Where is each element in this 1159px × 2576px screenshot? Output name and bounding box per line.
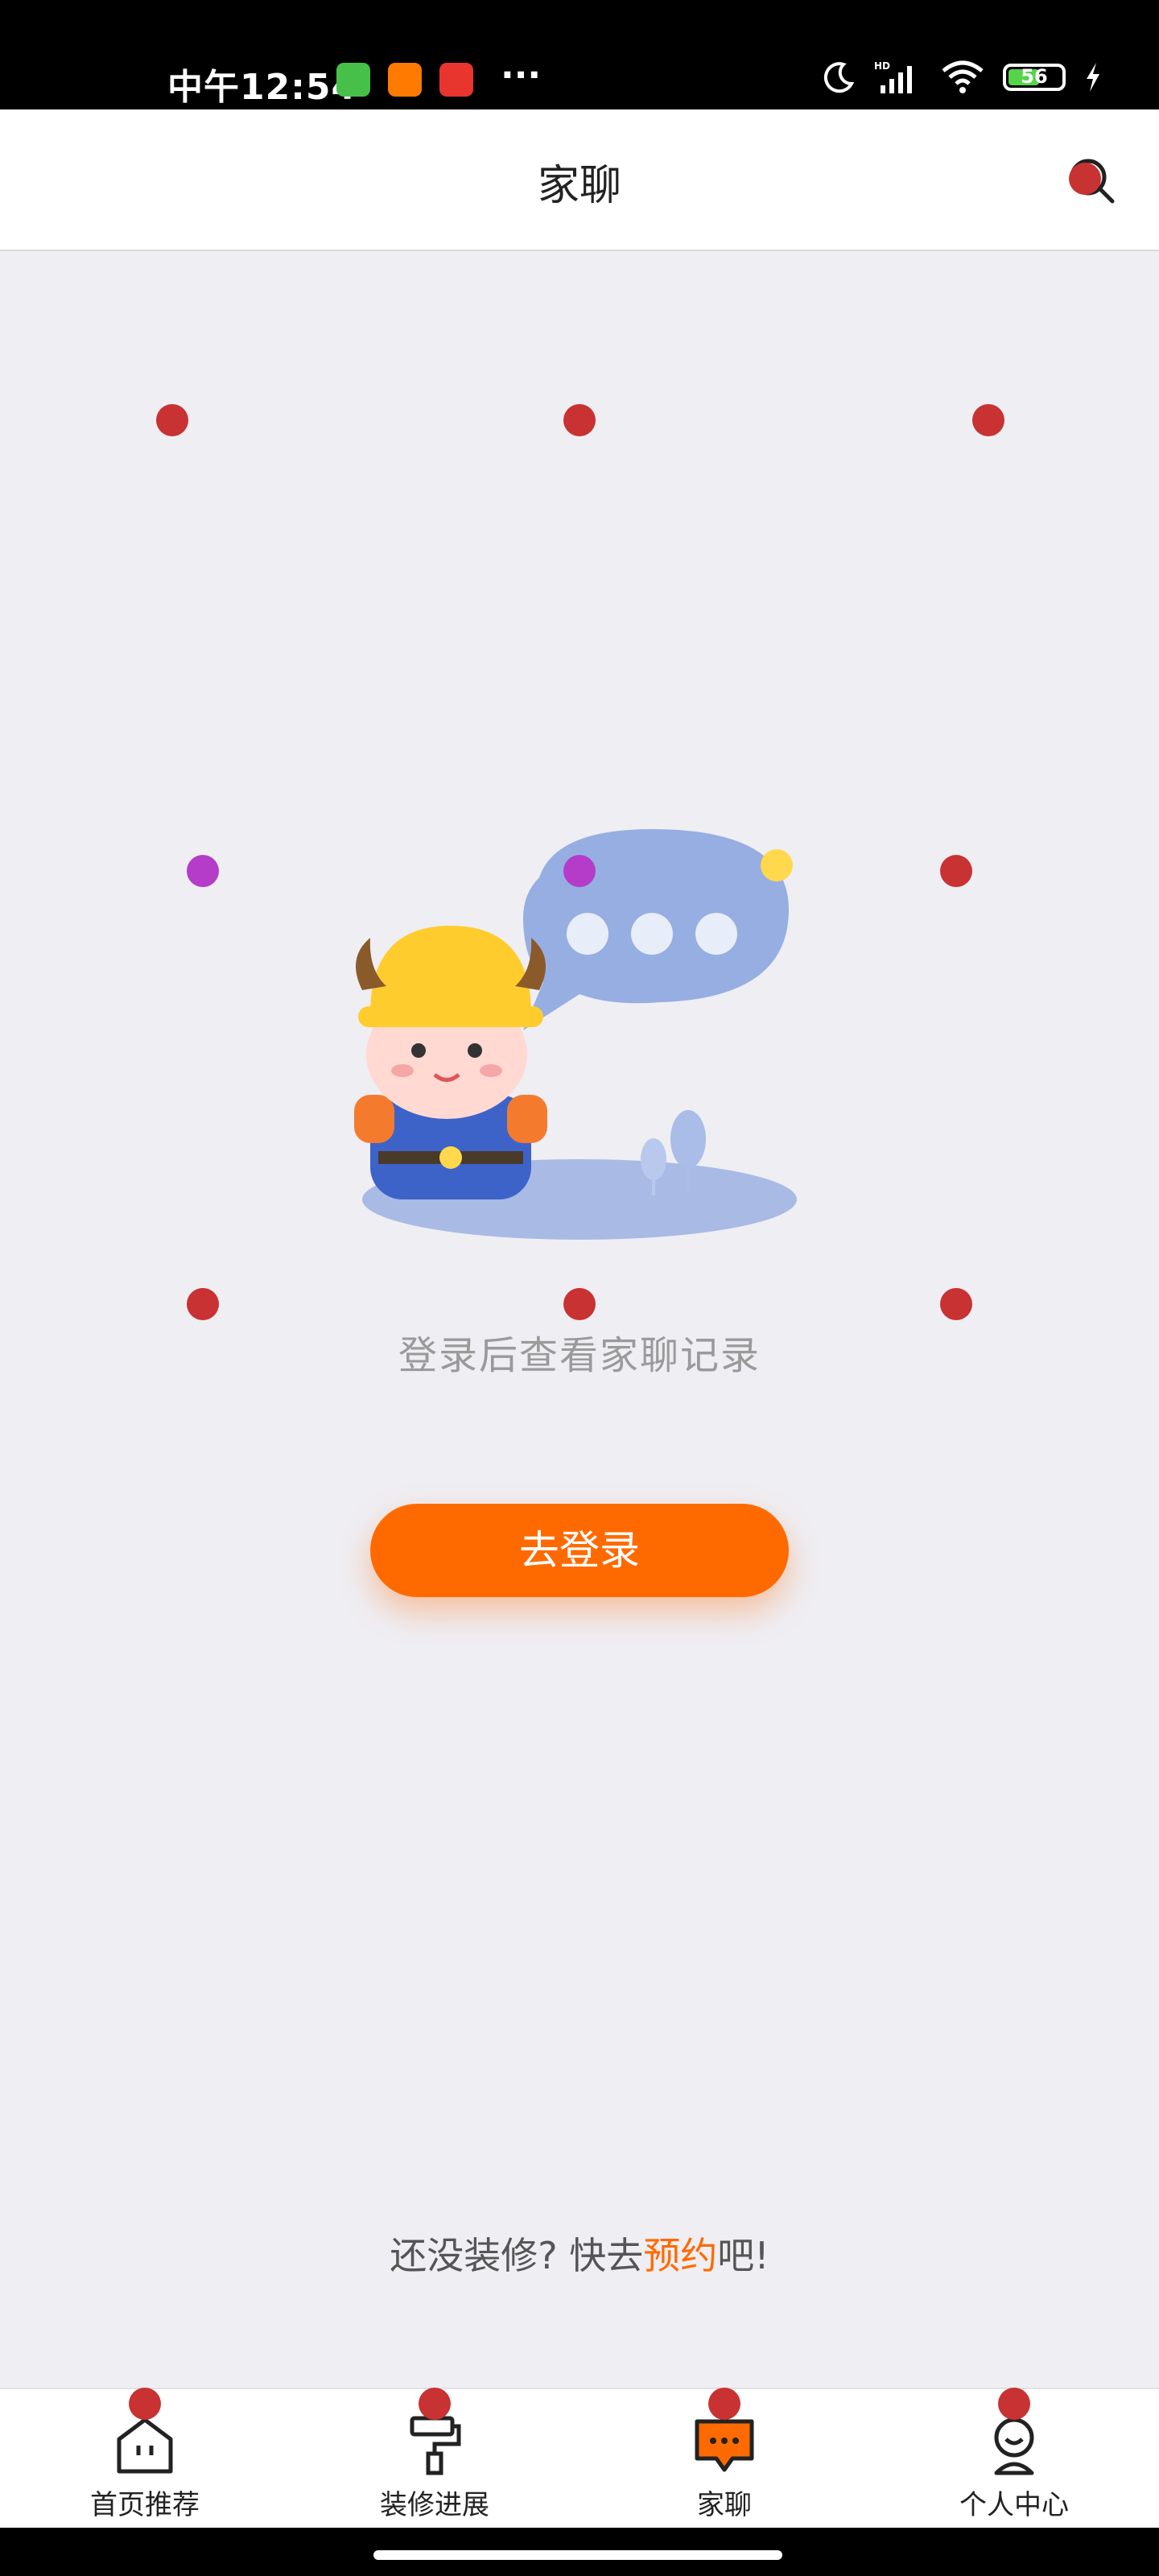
login-button[interactable]: 去登录	[370, 1504, 789, 1597]
svg-text:HD: HD	[874, 60, 890, 72]
marker-dot	[1069, 163, 1101, 195]
bottom-nav: 首页推荐 装修进展 家聊 个人中心	[0, 2388, 1159, 2528]
profile-icon	[994, 2417, 1034, 2475]
charging-icon	[1087, 63, 1099, 92]
marker-dot	[563, 404, 596, 436]
booking-prompt: 还没装修? 快去预约吧!	[0, 2227, 1159, 2280]
battery-icon: 56	[1003, 64, 1066, 91]
booking-prompt-prefix: 还没装修? 快去	[390, 2234, 644, 2277]
signal-icon: HD	[874, 60, 912, 93]
moon-icon	[823, 62, 855, 93]
marker-dot	[563, 1288, 596, 1320]
home-icon	[117, 2417, 173, 2474]
status-time: 中午12:54	[167, 67, 357, 108]
booking-link[interactable]: 预约	[643, 2234, 717, 2277]
empty-state-message: 登录后查看家聊记录	[398, 1333, 761, 1378]
marker-dot	[708, 2388, 740, 2420]
nav-label-profile: 个人中心	[959, 2489, 1069, 2521]
header: 家聊	[0, 109, 1159, 251]
more-notifications-icon: ···	[501, 55, 542, 96]
marker-dot	[156, 404, 188, 436]
booking-prompt-suffix: 吧!	[717, 2234, 769, 2277]
nav-label-home: 首页推荐	[90, 2489, 200, 2521]
mascot-icon	[354, 926, 547, 1199]
nav-label-chat: 家聊	[697, 2489, 752, 2521]
marker-dot	[187, 855, 219, 887]
home-app-notification-icon	[388, 63, 422, 97]
paint-roller-icon	[410, 2416, 461, 2475]
marker-dot	[563, 855, 596, 887]
marker-dot	[187, 1288, 219, 1320]
marker-dot	[998, 2388, 1030, 2420]
app-notification-icon	[336, 63, 370, 97]
wifi-icon	[942, 60, 984, 93]
gesture-area	[0, 2528, 1159, 2576]
status-indicators: HD 56	[821, 60, 1103, 95]
marker-dot	[940, 855, 972, 887]
home-gesture-bar[interactable]	[373, 2550, 782, 2560]
marker-dot	[419, 2388, 451, 2420]
empty-state-illustration	[354, 829, 797, 1240]
page-title: 家聊	[537, 162, 621, 210]
nav-label-progress: 装修进展	[380, 2489, 489, 2521]
marker-dot	[129, 2388, 161, 2420]
chat-icon	[695, 2419, 754, 2472]
status-bar: 中午12:54 ··· HD 56	[0, 0, 1159, 109]
marker-dot	[972, 404, 1004, 436]
marker-dot	[940, 1288, 972, 1320]
battery-level: 56	[1021, 65, 1048, 88]
red-app-notification-icon	[439, 63, 473, 97]
sun-icon	[761, 849, 793, 881]
